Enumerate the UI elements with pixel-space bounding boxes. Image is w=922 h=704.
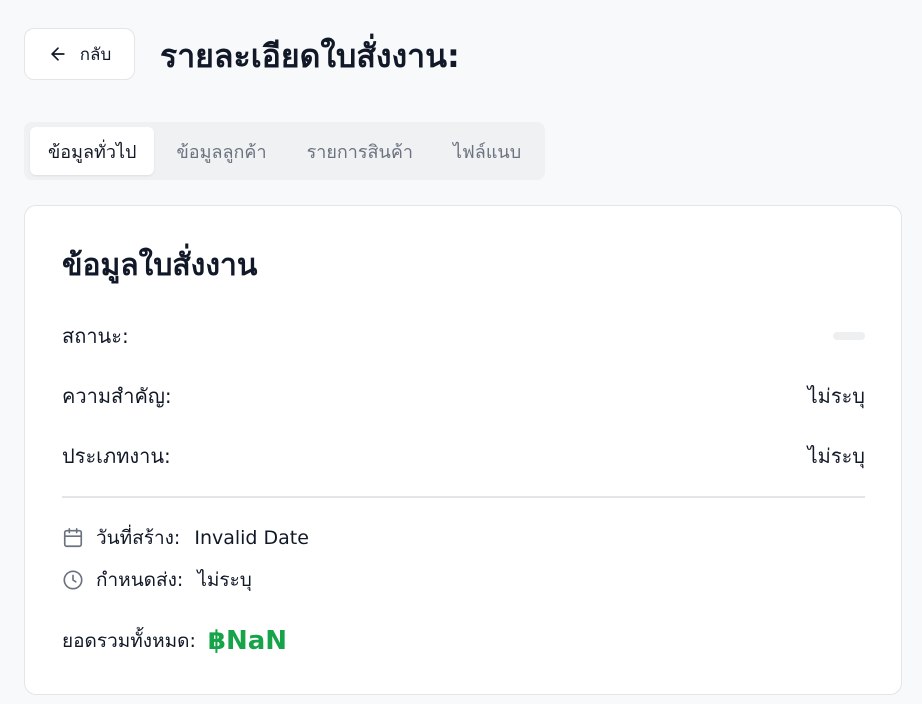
due-date-row: กำหนดส่ง: ไม่ระบุ <box>62 565 252 595</box>
divider <box>62 496 865 498</box>
job-type-label: ประเภทงาน: <box>62 444 171 468</box>
status-row: สถานะ: <box>62 318 865 354</box>
created-value: Invalid Date <box>194 527 309 549</box>
created-label: วันที่สร้าง: <box>96 527 181 549</box>
created-date-row: วันที่สร้าง: Invalid Date <box>62 523 309 553</box>
tab-bar: ข้อมูลทั่วไป ข้อมูลลูกค้า รายการสินค้า ไ… <box>24 122 546 180</box>
due-label: กำหนดส่ง: <box>96 569 184 591</box>
total-label: ยอดรวมทั้งหมด: <box>62 630 196 652</box>
tab-customer[interactable]: ข้อมูลลูกค้า <box>158 127 284 175</box>
total-amount: ฿NaN <box>207 626 288 656</box>
job-type-value: ไม่ระบุ <box>807 444 865 468</box>
card-title: ข้อมูลใบสั่งงาน <box>62 248 258 283</box>
due-value: ไม่ระบุ <box>197 569 252 591</box>
page-title: รายละเอียดใบสั่งงาน: <box>160 37 460 75</box>
tab-general[interactable]: ข้อมูลทั่วไป <box>30 127 155 175</box>
back-button-label: กลับ <box>79 44 112 65</box>
back-button[interactable]: กลับ <box>24 28 135 80</box>
priority-label: ความสำคัญ: <box>62 384 172 408</box>
arrow-left-icon <box>51 47 65 61</box>
priority-value: ไม่ระบุ <box>807 384 865 408</box>
tab-items[interactable]: รายการสินค้า <box>289 127 431 175</box>
status-label: สถานะ: <box>62 324 129 348</box>
job-order-card: ข้อมูลใบสั่งงาน สถานะ: ความสำคัญ: ไม่ระบ… <box>24 205 902 695</box>
job-type-row: ประเภทงาน: ไม่ระบุ <box>62 438 865 474</box>
priority-row: ความสำคัญ: ไม่ระบุ <box>62 378 865 414</box>
total-row: ยอดรวมทั้งหมด: ฿NaN <box>62 621 287 661</box>
status-badge <box>833 332 865 340</box>
calendar-icon <box>63 528 83 548</box>
clock-icon <box>63 570 83 590</box>
tab-attachments[interactable]: ไฟล์แนบ <box>435 127 539 175</box>
